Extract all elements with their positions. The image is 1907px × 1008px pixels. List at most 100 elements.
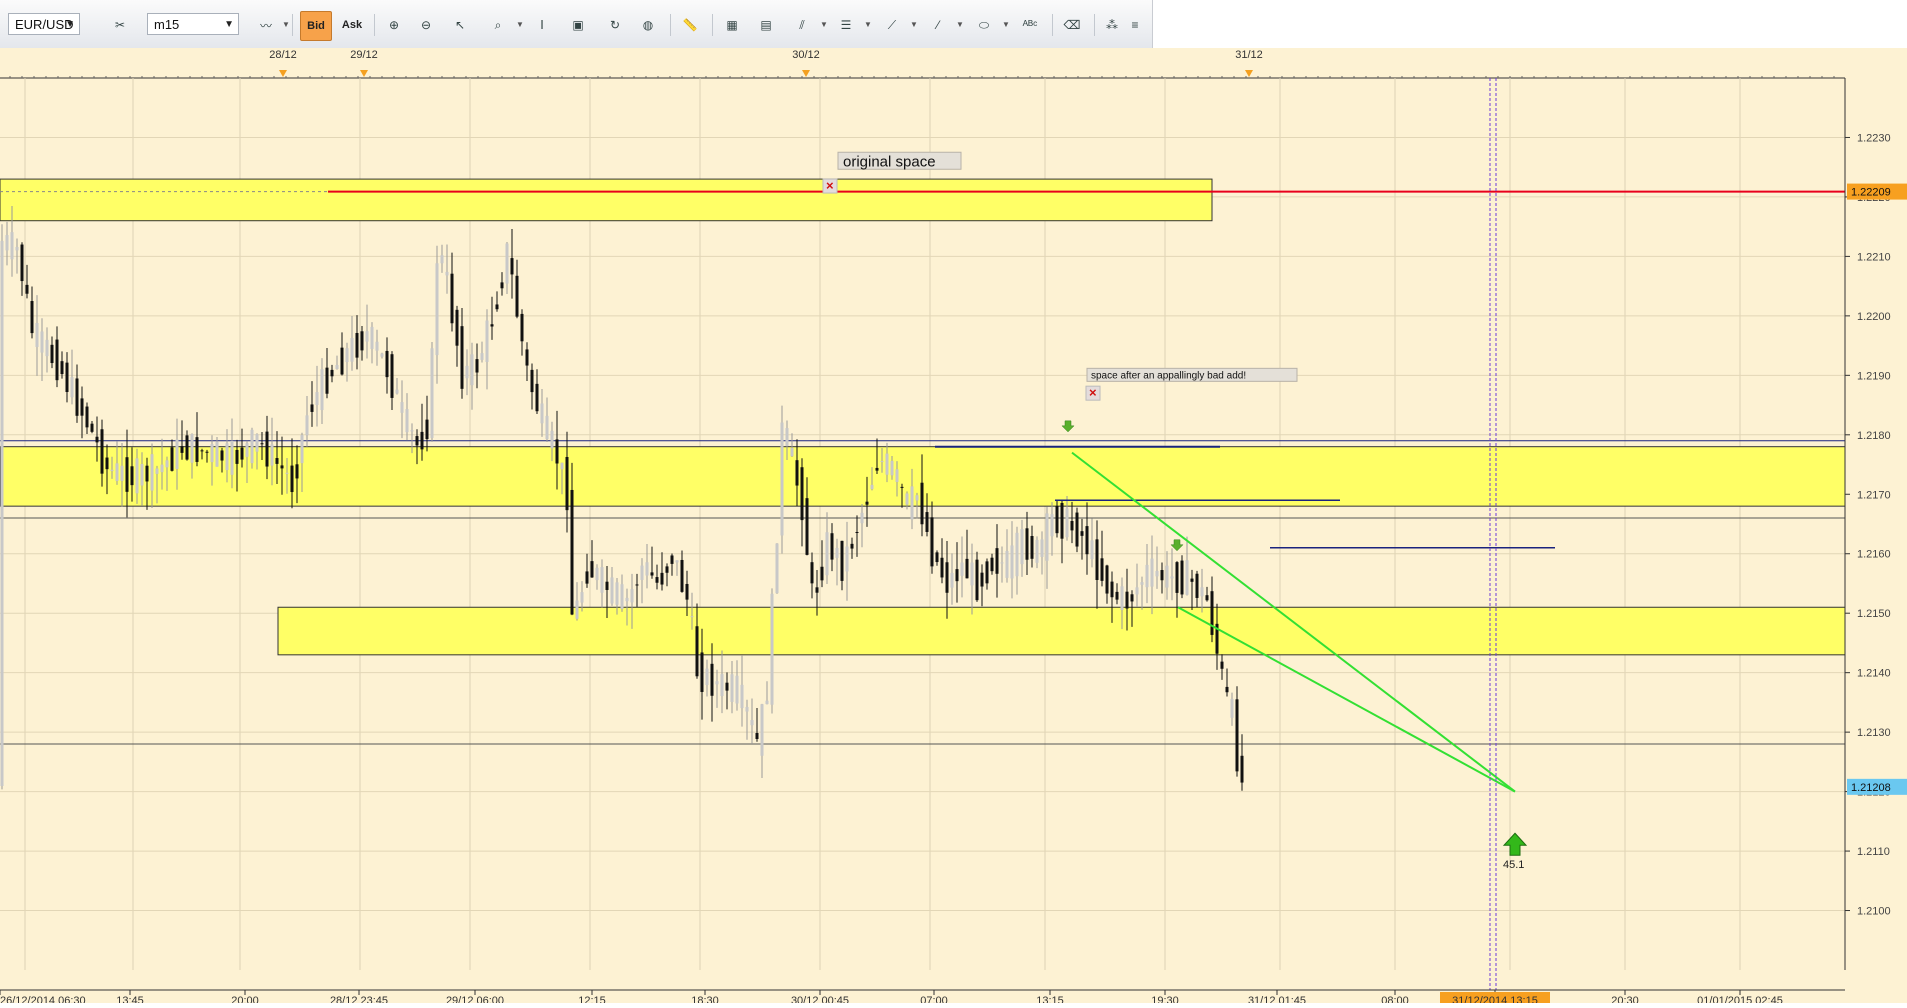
x-tick-label: 31/12/2014 13:15 xyxy=(1452,995,1538,1003)
price-chart[interactable]: 1.21001.21101.21201.21301.21401.21501.21… xyxy=(0,48,1907,1008)
candle-body xyxy=(1225,686,1229,693)
candle-body xyxy=(75,378,79,416)
support-resistance-zone[interactable] xyxy=(0,178,1213,222)
draw-lines-icon[interactable]: ⫽ xyxy=(790,13,814,37)
candle-body xyxy=(255,434,259,452)
close-icon: × xyxy=(1089,385,1097,400)
candle-body xyxy=(515,275,519,317)
candle-body xyxy=(450,273,454,324)
candle-body xyxy=(880,461,884,463)
candle-body xyxy=(580,592,584,603)
candle-body xyxy=(975,559,979,601)
candle-body xyxy=(100,429,104,474)
candle-body xyxy=(490,324,494,327)
symbol-select[interactable]: EUR/USD ▼ xyxy=(8,13,80,35)
magnifier-icon[interactable]: ⌕ xyxy=(486,13,510,37)
eraser-icon[interactable]: ⌫ xyxy=(1060,13,1084,37)
chevron-down-icon[interactable]: ▼ xyxy=(864,20,872,29)
day-marker-label: 29/12 xyxy=(350,49,378,61)
candle-body xyxy=(720,674,724,697)
x-tick-label: 30/12 00:45 xyxy=(791,995,849,1003)
chart-toolbar: EUR/USD ▼ ✂ m15 ▼ 〰 ▼ Bid Ask ⊕ ⊖ ↖ ⌕ ▼ … xyxy=(0,0,1153,49)
x-tick-label: 18:30 xyxy=(691,995,719,1003)
candle-body xyxy=(265,431,269,467)
candle-body xyxy=(160,464,164,473)
chart-type-icon[interactable]: 〰 xyxy=(254,13,278,37)
fibonacci-icon[interactable]: ⟋ xyxy=(880,13,904,37)
bid-button[interactable]: Bid xyxy=(300,11,332,41)
ruler-icon[interactable]: 📏 xyxy=(678,13,702,37)
candle-body xyxy=(170,447,174,471)
candle-body xyxy=(1095,539,1099,580)
candle-body xyxy=(1100,558,1104,581)
chevron-down-icon[interactable]: ▼ xyxy=(820,20,828,29)
candle-body xyxy=(1160,570,1164,581)
hlines-icon[interactable]: ☰ xyxy=(834,13,858,37)
candle-body xyxy=(540,403,544,424)
candle-body xyxy=(605,581,609,590)
support-resistance-zone[interactable] xyxy=(277,606,1846,656)
chevron-down-icon[interactable]: ▼ xyxy=(1002,20,1010,29)
candle-body xyxy=(815,587,819,593)
candle-body xyxy=(1065,508,1069,538)
timeframe-select[interactable]: m15 ▼ xyxy=(147,13,239,35)
chevron-down-icon[interactable]: ▼ xyxy=(956,20,964,29)
template-icon[interactable]: ▣ xyxy=(566,13,590,37)
zoom-out-icon[interactable]: ⊖ xyxy=(414,13,438,37)
candle-body xyxy=(430,348,434,438)
x-tick-label: 29/12 06:00 xyxy=(446,995,504,1003)
refresh-icon[interactable]: ↻ xyxy=(603,13,627,37)
candle-body xyxy=(355,332,359,358)
candle-body xyxy=(390,354,394,398)
x-tick-label: 19:30 xyxy=(1151,995,1179,1003)
candle-body xyxy=(760,704,764,756)
text-tool-icon[interactable]: ᴬᴮᶜ xyxy=(1018,13,1042,37)
candle-body xyxy=(310,404,314,412)
candle-body xyxy=(710,663,714,696)
candle-body xyxy=(965,558,969,579)
candle-body xyxy=(65,362,69,393)
candle-body xyxy=(1060,502,1064,539)
x-tick-label: 13:15 xyxy=(1036,995,1064,1003)
trendline-icon[interactable]: ⁄ xyxy=(926,13,950,37)
candle-body xyxy=(1050,514,1054,537)
ellipse-icon[interactable]: ⬭ xyxy=(972,13,996,37)
chevron-down-icon[interactable]: ▼ xyxy=(910,20,918,29)
zoom-in-icon[interactable]: ⊕ xyxy=(382,13,406,37)
candle-body xyxy=(50,344,54,364)
image-icon[interactable]: ▦ xyxy=(720,13,744,37)
candle-body xyxy=(260,443,264,445)
candle-body xyxy=(735,675,739,704)
toolbar-separator xyxy=(374,14,375,36)
day-marker-label: 28/12 xyxy=(269,49,297,61)
cursor-icon[interactable]: ↖ xyxy=(448,13,472,37)
candle-body xyxy=(700,652,704,692)
toolbar-overflow-icon[interactable]: ≡ xyxy=(1128,13,1142,37)
candle-body xyxy=(1000,562,1004,564)
candle-body xyxy=(840,540,844,581)
candle-body xyxy=(145,465,149,482)
objects-icon[interactable]: ⁂ xyxy=(1100,13,1124,37)
candle-body xyxy=(1115,591,1119,600)
candle-body xyxy=(610,577,614,604)
candle-body xyxy=(325,367,329,394)
chart-settings-icon[interactable]: ✂ xyxy=(108,13,132,37)
candle-body xyxy=(1120,586,1124,610)
chevron-down-icon[interactable]: ▼ xyxy=(282,20,290,29)
candle-body xyxy=(1040,539,1044,557)
candle-body xyxy=(1195,573,1199,598)
globe-icon[interactable]: ◍ xyxy=(636,13,660,37)
candle-body xyxy=(805,498,809,555)
candle-body xyxy=(970,562,974,586)
candle-body xyxy=(175,439,179,470)
table-icon[interactable]: ▤ xyxy=(754,13,778,37)
ask-button[interactable]: Ask xyxy=(340,13,364,37)
candle-body xyxy=(565,456,569,511)
chart-canvas[interactable]: 1.21001.21101.21201.21301.21401.21501.21… xyxy=(0,48,1907,1008)
indicator-icon[interactable]: Ⅰ xyxy=(530,13,554,37)
chevron-down-icon[interactable]: ▼ xyxy=(516,20,524,29)
candle-body xyxy=(1210,591,1214,635)
candle-body xyxy=(1155,570,1159,577)
candle-body xyxy=(385,350,389,378)
arrow-value-label: 45.1 xyxy=(1503,859,1524,871)
